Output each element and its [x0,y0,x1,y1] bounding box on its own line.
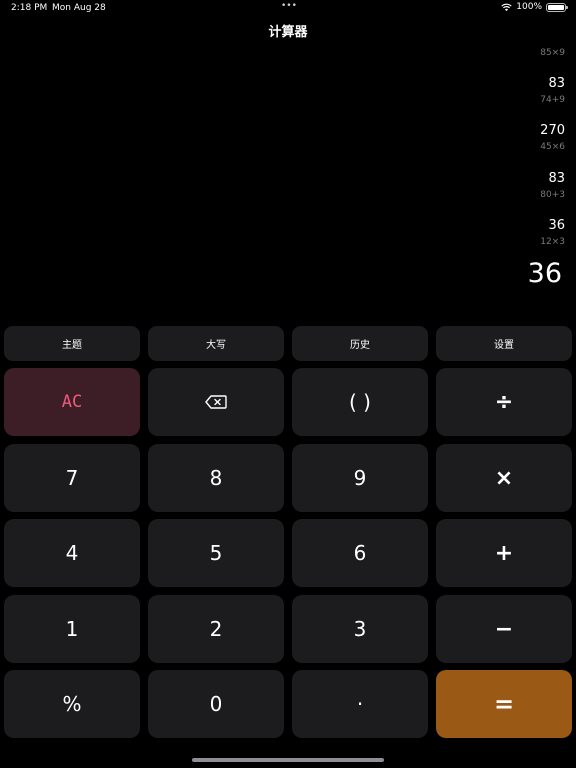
battery-icon [546,2,568,12]
digit-1-button[interactable]: 1 [4,595,140,663]
history-expression: 45×6 [540,142,565,152]
main-display: 36 [527,258,562,289]
multitasking-dots[interactable]: ••• [281,1,297,11]
digit-3-button[interactable]: 3 [292,595,428,663]
multiply-button[interactable]: × [436,444,572,512]
digit-9-button[interactable]: 9 [292,444,428,512]
history-expression: 85×9 [540,48,565,58]
history-expression: 12×3 [540,237,565,247]
history-expression: 80+3 [540,190,565,200]
digit-6-button[interactable]: 6 [292,519,428,587]
minus-button[interactable]: − [436,595,572,663]
history-expression: 74+9 [540,95,565,105]
digit-4-button[interactable]: 4 [4,519,140,587]
home-indicator[interactable] [192,758,384,762]
plus-button[interactable]: + [436,519,572,587]
status-time: 2:18 PM [11,3,48,13]
uppercase-button[interactable]: 大写 [148,326,284,361]
settings-button[interactable]: 设置 [436,326,572,361]
function-row: 主题 大写 历史 设置 [4,326,572,361]
digit-2-button[interactable]: 2 [148,595,284,663]
history-result: 83 [548,76,565,91]
history-result: 36 [548,218,565,233]
wifi-icon [501,3,512,11]
backspace-button[interactable] [148,368,284,436]
parentheses-button[interactable]: ( ) [292,368,428,436]
digit-5-button[interactable]: 5 [148,519,284,587]
history-result: 270 [540,123,565,138]
percent-button[interactable]: % [4,670,140,738]
decimal-button[interactable]: · [292,670,428,738]
digit-8-button[interactable]: 8 [148,444,284,512]
divide-button[interactable]: ÷ [436,368,572,436]
status-right: 100% [501,2,568,12]
equals-button[interactable]: = [436,670,572,738]
digit-7-button[interactable]: 7 [4,444,140,512]
status-bar: 2:18 PM Mon Aug 28 ••• 100% [0,0,576,16]
history-button[interactable]: 历史 [292,326,428,361]
theme-button[interactable]: 主题 [4,326,140,361]
page-title: 计算器 [268,25,308,40]
backspace-icon [205,395,227,409]
clear-button[interactable]: AC [4,368,140,436]
battery-percent: 100% [516,2,542,12]
digit-0-button[interactable]: 0 [148,670,284,738]
status-date: Mon Aug 28 [52,3,106,13]
history-result: 83 [548,171,565,186]
